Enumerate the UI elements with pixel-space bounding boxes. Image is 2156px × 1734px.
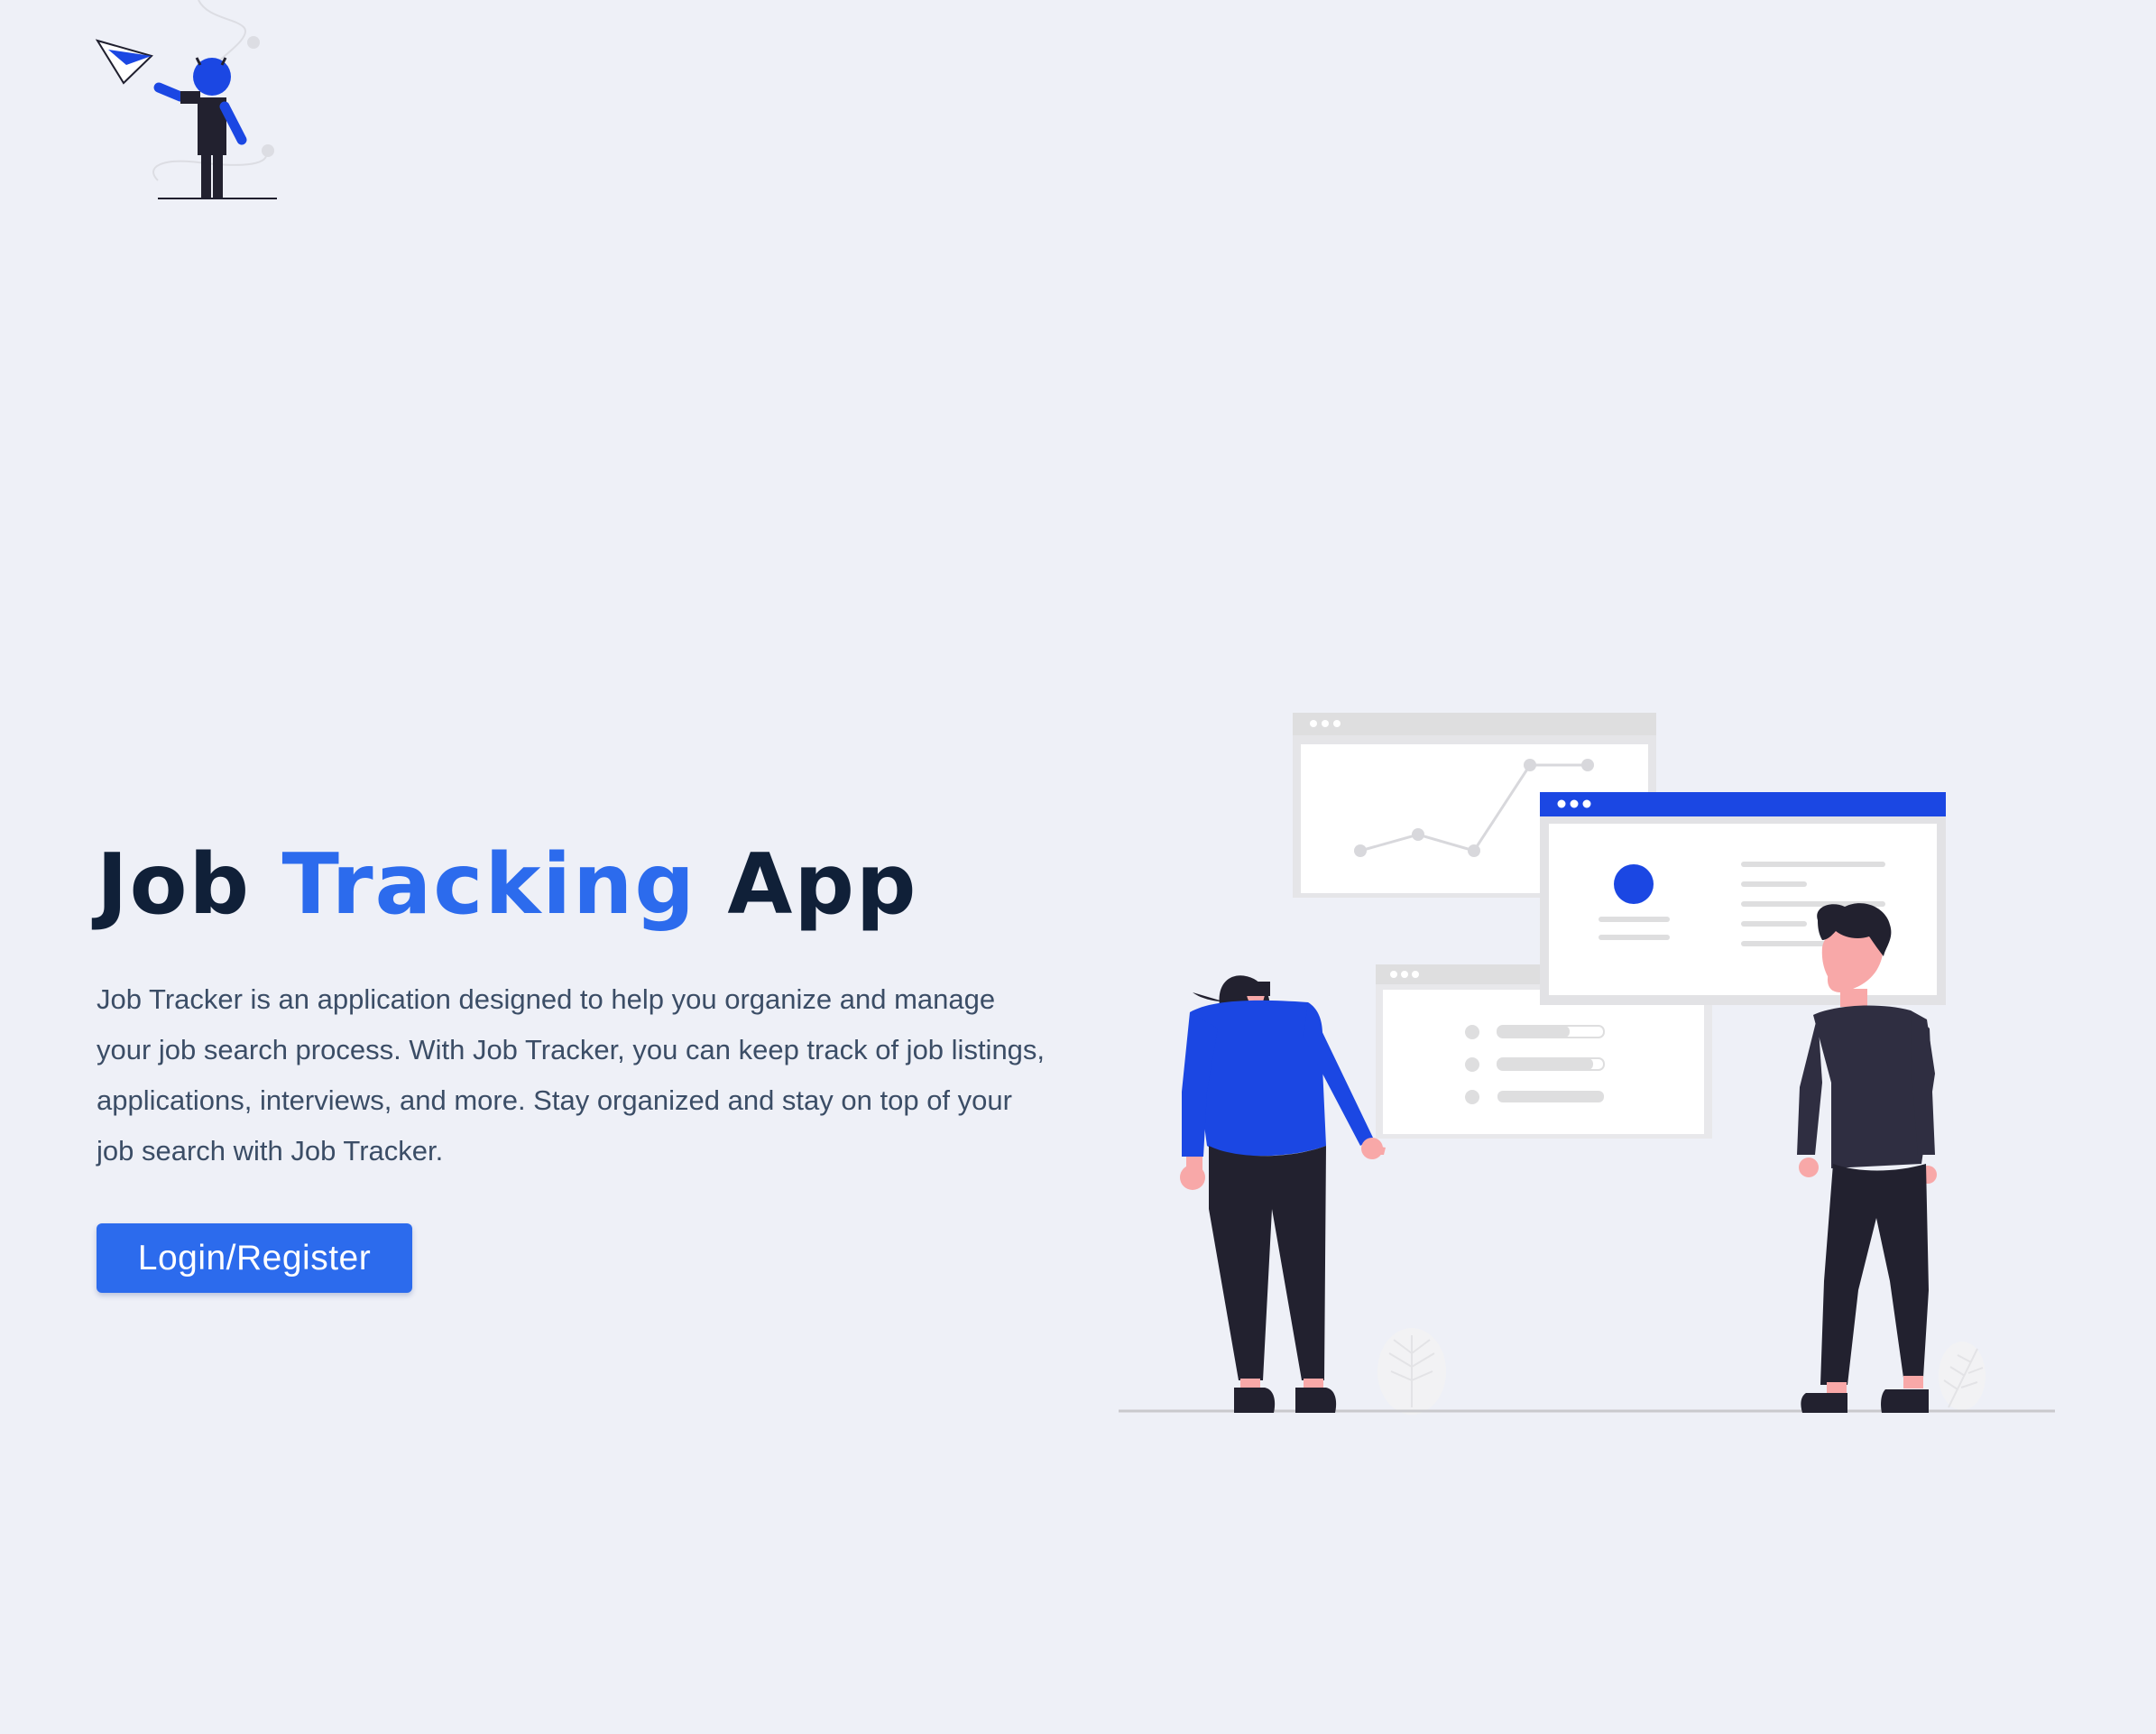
login-register-button[interactable]: Login/Register [97,1223,412,1293]
title-word-3: App [727,835,918,933]
hero-description: Job Tracker is an application designed t… [97,983,1046,1167]
woman-figure [1180,975,1386,1413]
logo [90,0,289,208]
page-title: Job Tracking App [97,830,1053,938]
team-dashboard-illustration [1119,704,2057,1425]
paper-plane-person-icon [95,0,277,199]
title-accent: Tracking [281,835,696,933]
team-dashboard-illustration-svg [1119,713,2055,1415]
hero-section: Job Tracking App Job Tracker is an appli… [97,830,1053,1293]
title-word-1: Job [97,835,252,933]
